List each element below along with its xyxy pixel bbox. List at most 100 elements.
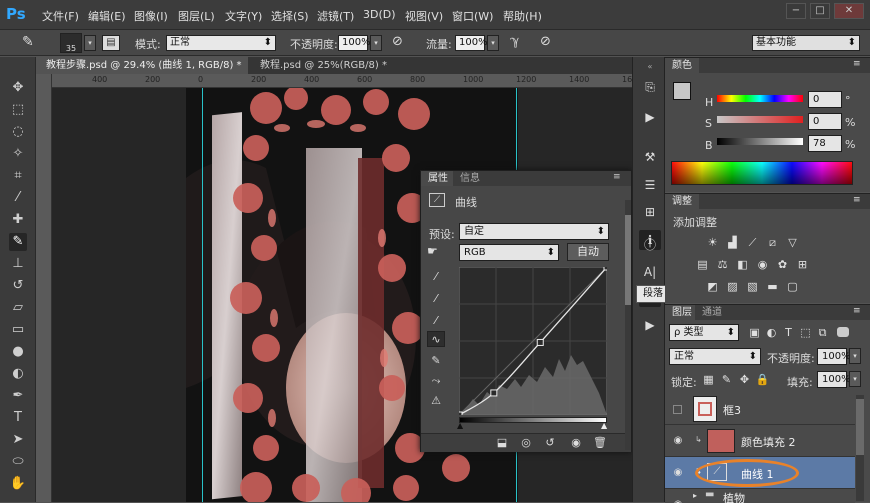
type-tool-icon[interactable]: T [9,409,27,427]
tab-properties[interactable]: 属性 [421,171,455,186]
selective-color-icon[interactable]: ▢ [785,280,800,293]
opacity-dropdown[interactable]: ▾ [370,35,382,51]
menu-filter[interactable]: 滤镜(T) [317,8,354,24]
invert-icon[interactable]: ◩ [705,280,720,293]
channel-select[interactable]: RGB ⬍ [459,244,559,261]
eye-icon[interactable]: ◉ [672,467,684,479]
view-previous-state-icon[interactable]: ◎ [517,435,535,451]
filter-type-icon[interactable]: T [781,326,796,339]
smooth-curve-icon[interactable]: ⤳ [427,373,445,389]
opacity-input[interactable]: 100% [338,35,371,51]
exposure-icon[interactable]: ⧄ [765,236,780,249]
tab-document-2[interactable]: 教程.psd @ 25%(RGB/8) * × [250,57,400,88]
fill-dropdown[interactable]: ▾ [849,371,861,387]
clipping-warning-icon[interactable]: ⚠ [427,393,445,409]
layer-row-frame3[interactable]: 框3 [665,393,855,425]
dodge-tool-icon[interactable]: ◐ [9,365,27,383]
draw-curve-pencil-icon[interactable]: ✎ [427,353,445,369]
move-tool-icon[interactable]: ✥ [9,79,27,97]
tool-presets-panel-icon[interactable]: ☰ [639,175,661,195]
menu-type[interactable]: 文字(Y) [225,8,262,24]
shape-tool-icon[interactable]: ⬭ [9,453,27,471]
curves-icon[interactable]: ⟋ [745,236,760,249]
layer-name[interactable]: 框3 [723,402,741,418]
menu-edit[interactable]: 编辑(E) [88,8,126,24]
eye-icon[interactable]: ◉ [672,435,684,447]
info-panel-icon[interactable]: ⓘ [639,235,661,255]
tab-info[interactable]: 信息 [453,171,487,186]
lock-all-icon[interactable]: 🔒 [755,373,770,386]
filter-smart-object-icon[interactable]: ⧉ [815,326,830,339]
airbrush-icon[interactable]: ℽ [510,34,528,52]
layer-opacity-input[interactable]: 100% [817,348,851,365]
black-point-slider-icon[interactable]: ▲ [457,421,463,430]
channel-mixer-icon[interactable]: ✿ [775,258,790,271]
close-window-button[interactable]: ✕ [834,3,864,19]
brightness-slider[interactable] [717,138,803,145]
brush-tool-icon[interactable]: ✎ [22,34,40,52]
curve-control-point[interactable] [490,389,498,397]
foreground-color-swatch[interactable] [673,82,691,100]
visibility-toggle-off[interactable] [673,405,682,414]
menu-window[interactable]: 窗口(W) [452,8,493,24]
actions-panel-icon[interactable]: ▶ [639,107,661,127]
layer-row-plants-group[interactable]: ◉ ▸ ▬ 植物 [665,489,855,503]
brush-size-picker[interactable]: 35 [60,33,82,53]
gradient-map-icon[interactable]: ▬ [765,280,780,293]
timeline-panel-icon[interactable]: ▶ [639,315,661,335]
eye-icon[interactable]: ◉ [672,499,684,503]
preset-select[interactable]: 自定 ⬍ [459,223,609,240]
panel-menu-icon[interactable]: ≡ [853,195,861,205]
edit-points-curve-icon[interactable]: ∿ [427,331,445,347]
lock-position-icon[interactable]: ✥ [737,373,752,386]
delete-adjustment-icon[interactable]: 🗑 [591,435,609,451]
targeted-adjustment-hand-icon[interactable]: ☛ [427,244,449,260]
crop-tool-icon[interactable]: ⌗ [9,167,27,185]
s-input[interactable]: 0 [808,113,842,130]
lock-transparency-icon[interactable]: ▦ [701,373,716,386]
healing-brush-tool-icon[interactable]: ✚ [9,211,27,229]
filter-adjustment-icon[interactable]: ◐ [764,326,779,339]
pressure-opacity-icon[interactable]: ⊘ [392,34,410,52]
filter-toggle-switch[interactable] [837,327,849,337]
white-point-slider-icon[interactable]: ▲ [601,421,607,430]
reset-icon[interactable]: ↺ [541,435,559,451]
filter-shape-icon[interactable]: ⬚ [798,326,813,339]
history-panel-icon[interactable]: ⎘ [639,77,661,97]
panel-menu-icon[interactable]: ≡ [613,172,621,182]
layers-scrollbar[interactable] [856,395,864,501]
eraser-tool-icon[interactable]: ▱ [9,299,27,317]
sample-gray-eyedropper-icon[interactable]: ⁄ [427,291,445,307]
toggle-visibility-icon[interactable]: ◉ [567,435,585,451]
panel-menu-icon[interactable]: ≡ [853,59,861,69]
auto-button[interactable]: 自动 [567,243,609,261]
magic-wand-tool-icon[interactable]: ✧ [9,145,27,163]
levels-icon[interactable]: ▟ [725,236,740,249]
posterize-icon[interactable]: ▨ [725,280,740,293]
maximize-button[interactable]: □ [810,3,830,19]
tab-channels[interactable]: 通道 [695,305,729,320]
lasso-tool-icon[interactable]: ◌ [9,123,27,141]
clip-to-layer-icon[interactable]: ⬓ [493,435,511,451]
brush-panel-toggle-icon[interactable]: ▤ [102,35,120,51]
marquee-tool-icon[interactable]: ⬚ [9,101,27,119]
layer-row-curves-selected[interactable]: ◉ ↳ ⟋ 曲线 1 [665,457,855,489]
color-lookup-icon[interactable]: ⊞ [795,258,810,271]
filter-pixel-icon[interactable]: ▣ [747,326,762,339]
curve-control-point[interactable] [603,267,607,271]
gradient-tool-icon[interactable]: ▭ [9,321,27,339]
menu-image[interactable]: 图像(I) [134,8,168,24]
brush-tool-icon[interactable]: ✎ [9,233,27,251]
curve-graph[interactable] [459,267,607,415]
menu-select[interactable]: 选择(S) [271,8,309,24]
layer-row-color-fill[interactable]: ◉ ↳ 颜色填充 2 [665,425,855,457]
guide-line-left[interactable] [202,88,203,502]
curve-control-point[interactable] [536,338,544,346]
hue-saturation-icon[interactable]: ▤ [695,258,710,271]
flow-dropdown[interactable]: ▾ [487,35,499,51]
layer-name[interactable]: 颜色填充 2 [741,434,796,450]
menu-help[interactable]: 帮助(H) [503,8,542,24]
properties-scrollbar[interactable] [625,200,631,450]
sample-black-eyedropper-icon[interactable]: ⁄ [427,269,445,285]
history-brush-tool-icon[interactable]: ↺ [9,277,27,295]
